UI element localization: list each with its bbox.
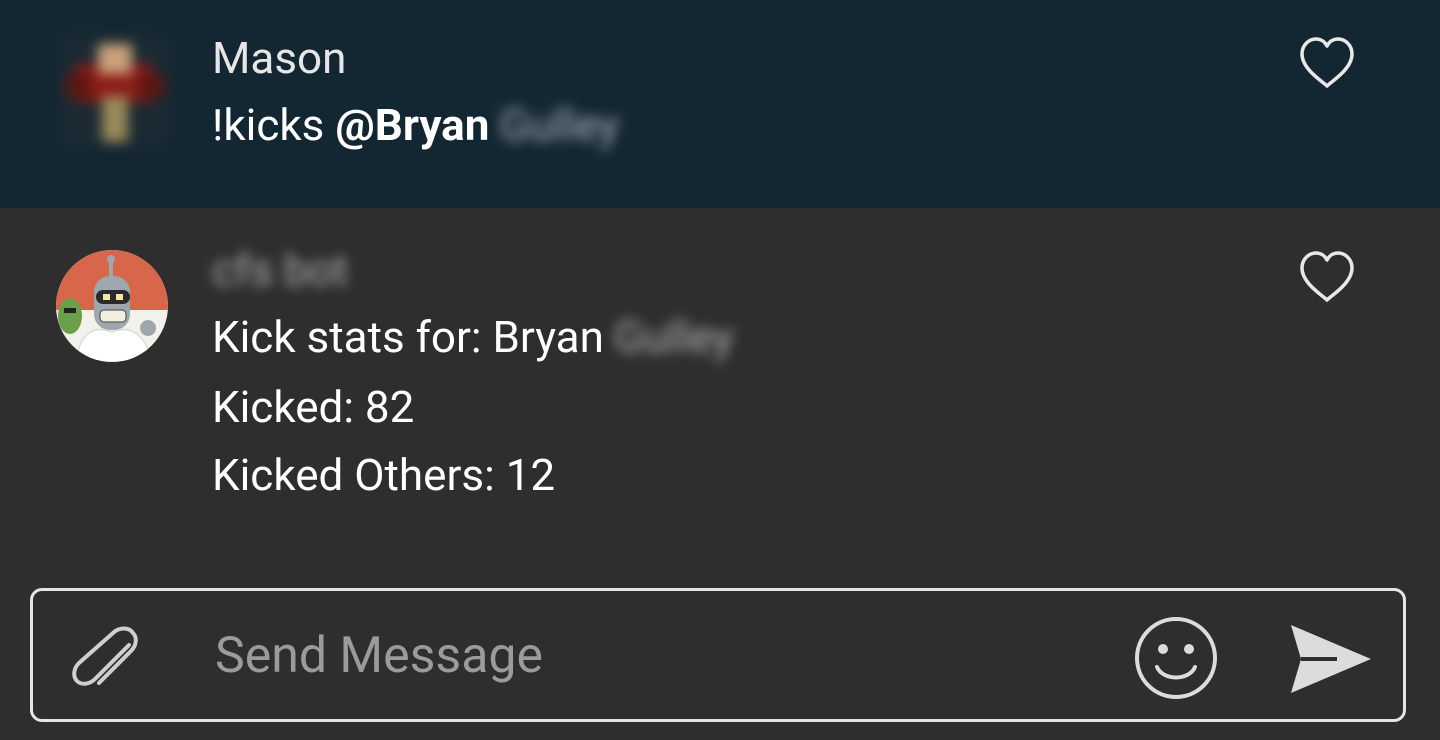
- bot-avatar[interactable]: [56, 250, 168, 362]
- kicked-count: Kicked: 82: [212, 381, 415, 433]
- kick-stats-label: Kick stats for: Bryan: [212, 311, 604, 363]
- avatar[interactable]: [58, 34, 170, 146]
- mention-link[interactable]: @Bryan: [335, 99, 489, 151]
- message-composer: [30, 588, 1406, 722]
- sender-name: Mason: [212, 32, 347, 84]
- smiley-icon[interactable]: [1133, 615, 1219, 701]
- kicked-others-count: Kicked Others: 12: [212, 449, 556, 501]
- message-line: Kick stats for: Bryan Gulley: [212, 308, 733, 366]
- obscured-sender: cfs bot: [212, 244, 349, 296]
- heart-icon[interactable]: [1298, 36, 1356, 90]
- heart-icon[interactable]: [1298, 250, 1356, 304]
- message-command: !kicks: [212, 99, 336, 151]
- chat-message-bot[interactable]: cfs bot Kick stats for: Bryan Gulley Kick…: [0, 208, 1440, 568]
- obscured-surname: Gulley: [499, 99, 619, 151]
- chat-message-mason[interactable]: Mason !kicks @Bryan Gulley: [0, 0, 1440, 208]
- message-text: !kicks @Bryan Gulley: [212, 96, 619, 154]
- sender-name: cfs bot: [212, 242, 348, 298]
- obscured-surname: Gulley: [613, 311, 734, 363]
- paperclip-icon[interactable]: [63, 617, 143, 697]
- message-input[interactable]: [213, 615, 1097, 697]
- send-icon[interactable]: [1287, 621, 1375, 697]
